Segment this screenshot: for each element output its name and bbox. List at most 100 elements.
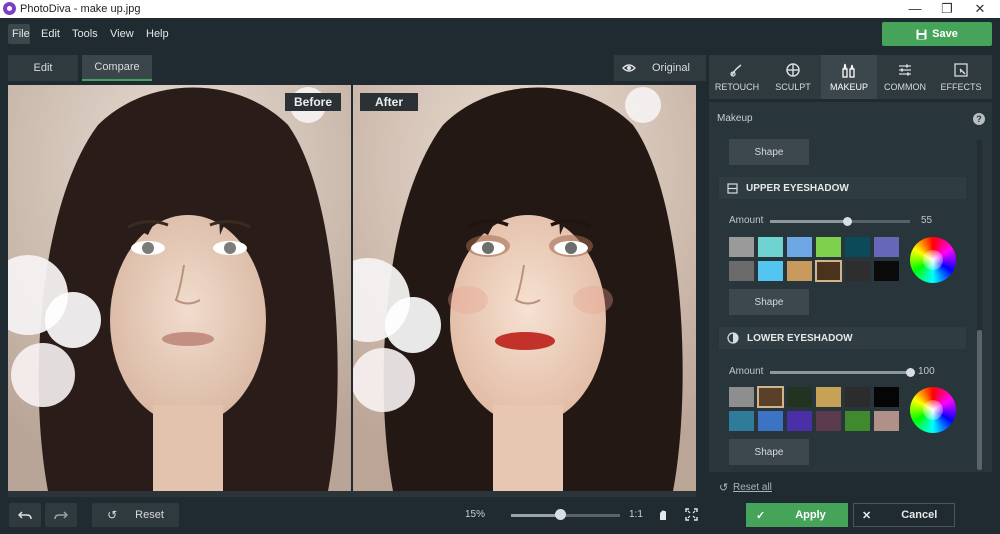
canvas-scrollbar[interactable] [8,491,696,497]
after-photo[interactable]: After [353,85,696,491]
lower-eyeshadow-swatch[interactable] [729,387,754,407]
photodiva-logo-icon [3,2,16,15]
tab-retouch[interactable]: RETOUCH [709,55,765,99]
makeup-icon [842,63,855,78]
tab-common[interactable]: COMMON [877,55,933,99]
after-label: After [360,93,418,111]
zoom-1to1-button[interactable]: 1:1 [629,509,643,520]
before-photo[interactable]: Before [8,85,351,491]
reset-icon: ↺ [107,508,118,522]
shape-button-lower[interactable]: Shape [729,439,809,465]
upper-amount-value: 55 [921,215,933,226]
lower-eyeshadow-swatch[interactable] [787,411,812,431]
reset-all-link[interactable]: Reset all [733,482,772,493]
portrait-after [353,85,696,491]
sculpt-crosshair-icon [786,63,800,77]
upper-eyeshadow-swatch[interactable] [787,237,812,257]
eye-icon [622,64,636,72]
shape-button-upper[interactable]: Shape [729,289,809,315]
floppy-disk-icon [916,29,927,39]
sliders-icon [899,64,911,76]
minimize-button[interactable]: — [898,0,932,18]
upper-eyeshadow-swatch[interactable] [758,237,783,257]
lower-amount-fill [770,371,910,374]
upper-eyeshadow-swatch[interactable] [874,261,899,281]
lower-eyeshadow-icon [727,332,739,344]
save-label: Save [932,28,958,40]
tab-effects-label: EFFECTS [940,82,982,92]
tab-sculpt-label: SCULPT [775,82,811,92]
upper-eyeshadow-swatch[interactable] [787,261,812,281]
close-button[interactable]: ✕ [963,0,997,18]
zoom-slider-handle[interactable] [554,509,566,520]
effects-icon [954,63,968,77]
before-label: Before [285,93,341,111]
lower-eyeshadow-swatch[interactable] [845,387,870,407]
tab-edit[interactable]: Edit [8,55,78,81]
upper-eyeshadow-swatch[interactable] [729,261,754,281]
lower-eyeshadow-swatch[interactable] [757,386,784,408]
lower-eyeshadow-swatch[interactable] [816,387,841,407]
tab-effects[interactable]: EFFECTS [933,55,989,99]
save-button[interactable]: Save [882,22,992,46]
upper-amount-handle[interactable] [842,217,852,226]
lower-amount-label: Amount [729,366,764,377]
cancel-button[interactable]: ✕ Cancel [853,503,955,527]
fit-screen-icon[interactable] [685,508,698,526]
undo-icon [18,511,32,520]
reset-button[interactable]: ↺ Reset [92,503,179,527]
reset-label: Reset [135,509,164,521]
upper-eyeshadow-swatch[interactable] [729,237,754,257]
lower-eyeshadow-swatch[interactable] [787,387,812,407]
redo-icon [54,511,68,520]
panel-scrollbar-thumb[interactable] [977,330,982,470]
help-icon[interactable]: ? [973,113,985,125]
hand-tool-icon[interactable] [657,508,669,526]
upper-eyeshadow-swatch[interactable] [874,237,899,257]
lower-eyeshadow-swatch[interactable] [758,411,783,431]
lower-amount-value: 100 [918,366,935,377]
menu-help[interactable]: Help [146,28,169,40]
tab-compare[interactable]: Compare [82,55,152,81]
lower-eyeshadow-swatch[interactable] [729,411,754,431]
upper-eyeshadow-swatch[interactable] [815,260,842,282]
upper-eyeshadow-swatch[interactable] [816,237,841,257]
upper-amount-fill [770,220,847,223]
zoom-value: 15% [465,509,486,520]
cancel-label: Cancel [901,509,938,521]
tab-makeup-label: MAKEUP [829,82,868,92]
upper-eyeshadow-title: UPPER EYESHADOW [746,182,849,194]
menu-tools[interactable]: Tools [72,28,98,40]
lower-eyeshadow-swatch[interactable] [816,411,841,431]
zoom-slider-fill [511,514,561,517]
tab-sculpt[interactable]: SCULPT [765,55,821,99]
original-button[interactable]: Original [614,55,706,81]
lower-color-wheel[interactable] [910,387,956,433]
lower-amount-handle[interactable] [905,368,915,377]
check-icon: ✓ [756,509,766,522]
lower-eyeshadow-header[interactable]: LOWER EYESHADOW [719,327,966,349]
upper-eyeshadow-header[interactable]: UPPER EYESHADOW [719,177,966,199]
redo-button[interactable] [45,503,77,527]
upper-eyeshadow-swatch[interactable] [845,237,870,257]
tab-makeup[interactable]: MAKEUP [821,55,877,99]
undo-button[interactable] [9,503,41,527]
upper-amount-label: Amount [729,215,764,226]
upper-eyeshadow-icon [727,182,738,194]
menu-view[interactable]: View [110,28,134,40]
apply-button[interactable]: ✓ Apply [746,503,848,527]
lower-eyeshadow-swatch[interactable] [874,411,899,431]
original-label: Original [652,62,690,74]
reset-all-icon: ↺ [719,482,729,494]
lower-eyeshadow-swatch[interactable] [845,411,870,431]
window-title: PhotoDiva - make up.jpg [20,3,141,15]
upper-color-wheel[interactable] [910,237,956,283]
restore-button[interactable]: ❐ [930,0,964,18]
menu-file[interactable]: File [12,28,30,40]
menu-edit[interactable]: Edit [41,28,60,40]
tab-retouch-label: RETOUCH [714,82,760,92]
shape-button-top[interactable]: Shape [729,139,809,165]
upper-eyeshadow-swatch[interactable] [758,261,783,281]
upper-eyeshadow-swatch[interactable] [845,261,870,281]
lower-eyeshadow-swatch[interactable] [874,387,899,407]
